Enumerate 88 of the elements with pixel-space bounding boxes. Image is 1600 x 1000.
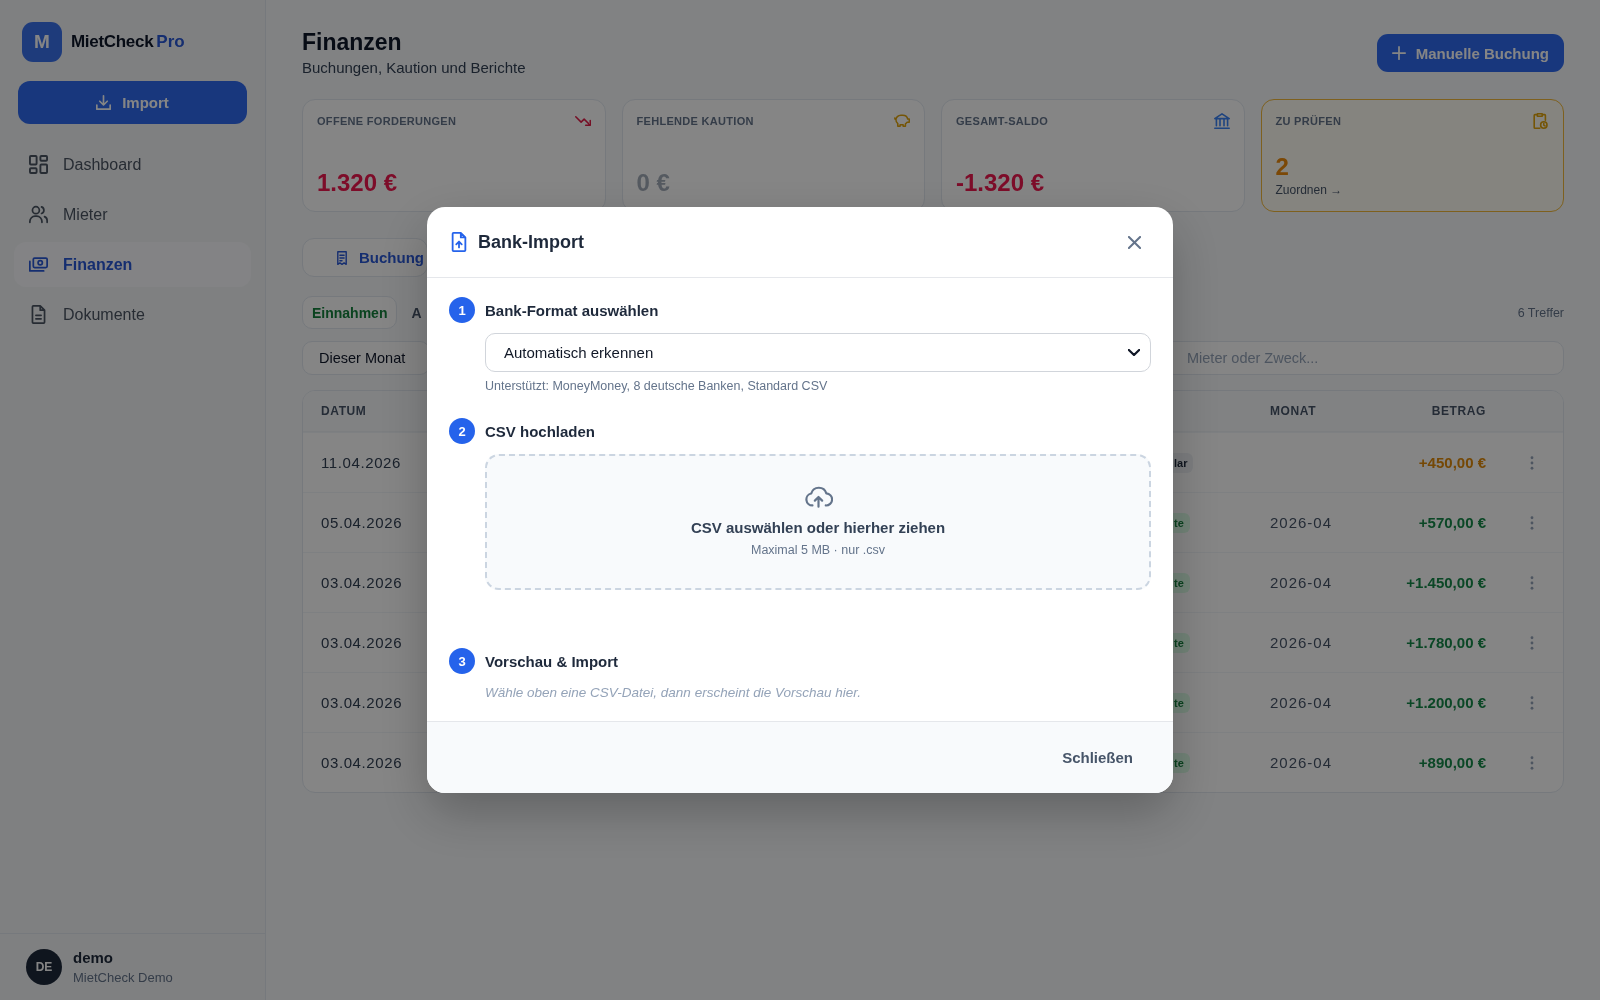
category-tag: te — [1173, 632, 1190, 653]
preview-hint: Wähle oben eine CSV-Datei, dann erscheint die Vorschau hier. — [485, 684, 862, 702]
upload-dropzone[interactable]: CSV auswählen oder hierher ziehen Maximal 5 MB · nur .csv — [485, 454, 1151, 590]
banknote-icon — [29, 255, 48, 274]
clipboard-clock-icon — [1533, 113, 1549, 129]
stat-value: 2 — [1275, 152, 1290, 182]
step-title: Vorschau & Import — [485, 652, 619, 670]
amount-text: +1.200,00 € — [1406, 694, 1486, 711]
import-button[interactable]: Import — [18, 81, 247, 124]
bank-format-select[interactable]: Automatisch erkennen — [485, 333, 1151, 372]
more-icon[interactable] — [1529, 515, 1534, 530]
user-subtitle: MietCheck Demo — [73, 969, 173, 986]
document-icon — [29, 305, 48, 324]
close-dialog-button[interactable]: Schließen — [1046, 741, 1149, 774]
nav-item[interactable]: Dashboard — [14, 142, 251, 187]
amount-text: +1.780,00 € — [1406, 634, 1486, 651]
page-title: Finanzen — [302, 28, 403, 56]
trend-down-icon — [574, 113, 591, 129]
step-title: Bank-Format auswählen — [485, 301, 659, 319]
tab[interactable]: Buchung — [302, 238, 428, 277]
category-tag: te — [1173, 572, 1190, 593]
category-tag: te — [1173, 512, 1190, 533]
format-hint: Unterstützt: MoneyMoney, 8 deutsche Banken, Standard CSV — [485, 378, 829, 394]
chevron-down-icon — [1128, 349, 1140, 356]
dropzone-title: CSV auswählen oder hierher ziehen — [690, 518, 946, 538]
step-number: 1 — [449, 297, 475, 323]
bank-icon — [1213, 113, 1230, 129]
nav-item[interactable]: Finanzen — [14, 242, 251, 287]
column-header: MONAT — [1270, 404, 1318, 418]
file-upload-icon — [451, 232, 467, 252]
close-icon[interactable] — [1128, 235, 1141, 249]
stat-label: GESAMT-SALDO — [956, 114, 1049, 128]
stat-label: FEHLENDE KAUTION — [636, 114, 754, 128]
filter-tab[interactable]: A — [401, 296, 424, 329]
user-avatar: DE — [26, 949, 62, 985]
brand-edition: Pro — [156, 32, 185, 52]
step-number: 3 — [449, 648, 475, 674]
stat-label: OFFENE FORDERUNGEN — [317, 114, 457, 128]
result-count: 6 Treffer — [1517, 305, 1564, 320]
period-select[interactable]: Dieser Monat — [302, 341, 430, 375]
app-logo: M — [22, 22, 62, 62]
column-header: BETRAG — [1431, 404, 1486, 418]
plus-icon — [1391, 46, 1406, 60]
filter-tab[interactable]: Einnahmen — [302, 296, 398, 329]
month-text: 2026-04 — [1270, 514, 1334, 531]
date-text: 03.04.2026 — [321, 694, 404, 711]
category-tag: te — [1173, 752, 1190, 773]
download-icon — [96, 95, 112, 110]
more-icon[interactable] — [1529, 575, 1534, 590]
month-text: 2026-04 — [1270, 694, 1334, 711]
piggy-bank-icon — [894, 113, 910, 129]
date-text: 03.04.2026 — [321, 754, 404, 771]
receipt-icon — [335, 250, 349, 265]
stat-label: ZU PRÜFEN — [1275, 114, 1342, 128]
column-header: DATUM — [321, 404, 368, 418]
step-number: 2 — [449, 418, 475, 444]
brand-name: MietCheck — [71, 32, 154, 52]
date-text: 11.04.2026 — [321, 454, 402, 471]
amount-text: +570,00 € — [1418, 514, 1486, 531]
cloud-upload-icon — [803, 486, 833, 508]
month-text: 2026-04 — [1270, 634, 1334, 651]
page-subtitle: Buchungen, Kaution und Berichte — [302, 58, 526, 78]
amount-text: +450,00 € — [1418, 454, 1486, 471]
dialog-title: Bank-Import — [478, 231, 584, 253]
date-text: 05.04.2026 — [321, 514, 404, 531]
users-icon — [29, 205, 48, 224]
amount-text: +1.450,00 € — [1406, 574, 1486, 591]
more-icon[interactable] — [1529, 755, 1534, 770]
dropzone-hint: Maximal 5 MB · nur .csv — [750, 542, 886, 558]
date-text: 03.04.2026 — [321, 574, 404, 591]
more-icon[interactable] — [1529, 635, 1534, 650]
nav-item[interactable]: Dokumente — [14, 292, 251, 337]
step-title: CSV hochladen — [485, 422, 596, 440]
category-tag: lar — [1173, 452, 1194, 473]
user-name: demo — [73, 948, 114, 967]
assign-link[interactable]: Zuordnen → — [1275, 182, 1549, 198]
more-icon[interactable] — [1529, 695, 1534, 710]
grid-icon — [29, 155, 48, 174]
stat-value: -1.320 € — [956, 168, 1046, 198]
category-tag: te — [1173, 692, 1190, 713]
month-text: 2026-04 — [1270, 754, 1334, 771]
month-text: 2026-04 — [1270, 574, 1334, 591]
date-text: 03.04.2026 — [321, 634, 404, 651]
amount-text: +890,00 € — [1418, 754, 1486, 771]
new-booking-button[interactable]: Manuelle Buchung — [1376, 34, 1564, 72]
stat-value: 1.320 € — [317, 168, 399, 198]
more-icon[interactable] — [1529, 455, 1534, 470]
nav-item[interactable]: Mieter — [14, 192, 251, 237]
